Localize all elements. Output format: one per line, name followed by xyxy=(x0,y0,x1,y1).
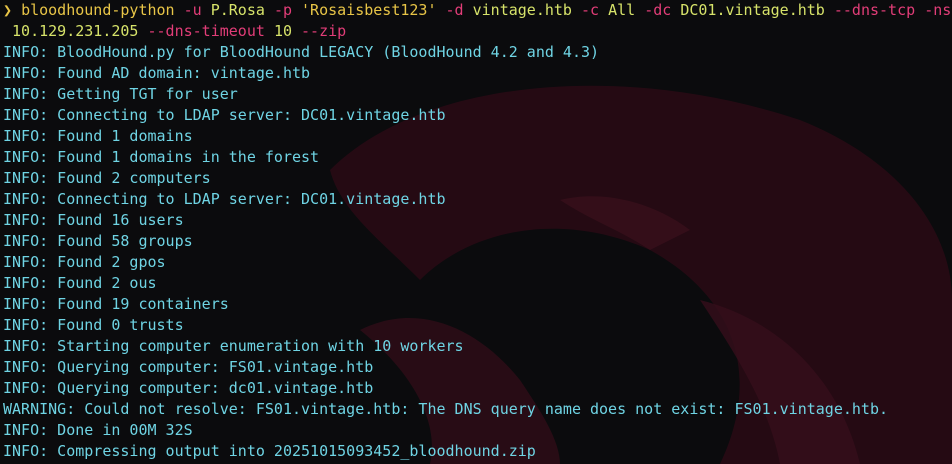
command-flag: -d xyxy=(445,1,464,19)
output-line: INFO: Getting TGT for user xyxy=(3,85,238,103)
output-line: INFO: Found 58 groups xyxy=(3,232,193,250)
command-argument: 10 xyxy=(273,22,292,40)
output-line: INFO: Found 2 computers xyxy=(3,169,211,187)
output-line: INFO: Found 2 gpos xyxy=(3,253,166,271)
output-line: INFO: Querying computer: dc01.vintage.ht… xyxy=(3,379,374,397)
output-line: INFO: Found 0 trusts xyxy=(3,316,184,334)
output-line: INFO: Starting computer enumeration with… xyxy=(3,337,464,355)
terminal-window[interactable]: ❯ bloodhound-python -u P.Rosa -p 'Rosais… xyxy=(0,0,952,464)
output-line: INFO: Connecting to LDAP server: DC01.vi… xyxy=(3,106,446,124)
command-line-continuation: 10.129.231.205 --dns-timeout 10 --zip xyxy=(3,21,952,42)
output-line: INFO: Querying computer: FS01.vintage.ht… xyxy=(3,358,374,376)
output-warning-line: WARNING: Could not resolve: FS01.vintage… xyxy=(3,400,889,418)
command-args-continued: 10.129.231.205 --dns-timeout 10 --zip xyxy=(3,22,346,40)
output-line: INFO: Found 19 containers xyxy=(3,295,229,313)
output-line: INFO: Compressing output into 2025101509… xyxy=(3,442,536,460)
command-line: ❯ bloodhound-python -u P.Rosa -p 'Rosais… xyxy=(3,0,952,21)
command-argument: vintage.htb xyxy=(472,1,572,19)
command-flag: --dns-tcp xyxy=(833,1,916,19)
command-flag: -c xyxy=(581,1,600,19)
output-line: INFO: BloodHound.py for BloodHound LEGAC… xyxy=(3,43,600,61)
output-lines: INFO: BloodHound.py for BloodHound LEGAC… xyxy=(3,42,952,462)
command-flag: -p xyxy=(273,1,292,19)
output-line: INFO: Found 1 domains in the forest xyxy=(3,148,320,166)
command-flag: -dc xyxy=(644,1,672,19)
command-argument: All xyxy=(608,1,636,19)
command-executable: bloodhound-python xyxy=(21,1,175,19)
command-argument: 'Rosaisbest123' xyxy=(301,1,437,19)
command-argument: DC01.vintage.htb xyxy=(680,1,825,19)
output-line: INFO: Found 16 users xyxy=(3,211,184,229)
command-args: -u P.Rosa -p 'Rosaisbest123' -d vintage.… xyxy=(175,1,952,19)
output-line: INFO: Found AD domain: vintage.htb xyxy=(3,64,311,82)
command-flag: -u xyxy=(183,1,202,19)
output-line: INFO: Found 1 domains xyxy=(3,127,193,145)
command-flag: --zip xyxy=(301,22,347,40)
output-line: INFO: Connecting to LDAP server: DC01.vi… xyxy=(3,190,446,208)
prompt-icon: ❯ xyxy=(3,1,13,19)
terminal-output: ❯ bloodhound-python -u P.Rosa -p 'Rosais… xyxy=(3,0,952,462)
command-argument: 10.129.231.205 xyxy=(12,22,139,40)
command-argument: P.Rosa xyxy=(210,1,265,19)
output-line: INFO: Found 2 ous xyxy=(3,274,157,292)
output-line: INFO: Done in 00M 32S xyxy=(3,421,193,439)
command-flag: -ns xyxy=(924,1,952,19)
command-flag: --dns-timeout xyxy=(147,22,265,40)
